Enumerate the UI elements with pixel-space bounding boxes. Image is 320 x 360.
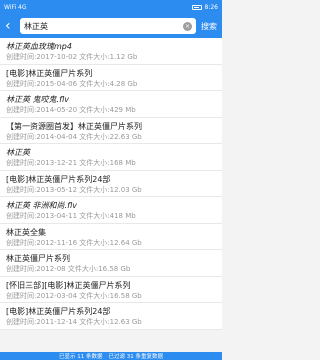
search-bar: ‹ × 搜索 [0,14,222,38]
battery-icon [191,4,202,10]
item-meta: 创建时间:2012-11-16 文件大小:12.64 Gb [6,238,142,247]
item-meta: 创建时间:2014-05-20 文件大小:429 Mb [6,106,136,114]
list-item[interactable]: 林正英 鬼咬鬼.flv 创建时间:2014-05-20 文件大小:429 Mb [0,91,222,118]
item-title: 林正英 非洲和尚.flv [6,201,77,210]
search-button[interactable]: 搜索 [201,21,217,32]
item-title: 【第一资源圈首发】林正英僵尸片系列 [6,121,142,131]
item-title: [电影]林正英僵尸片系列24部 [6,174,111,184]
network-status: WiFi 4G [4,3,27,11]
list-item[interactable]: 林正英 非洲和尚.flv 创建时间:2013-04-11 文件大小:418 Mb [0,197,222,224]
shown-count: 已显示 11 条数据 [59,354,103,360]
footer-status: 已显示 11 条数据 已过滤 31 条重复数据 [0,352,222,360]
list-item[interactable]: 林正英全集 创建时间:2012-11-16 文件大小:12.64 Gb [0,224,222,250]
item-title: 林正英全集 [6,227,46,237]
status-bar: WiFi 4G 8:26 [0,0,222,14]
item-meta: 创建时间:2012-03-04 文件大小:16.58 Gb [6,291,142,300]
list-item[interactable]: [怀旧三部][电影]林正英僵尸片系列 创建时间:2012-03-04 文件大小:1… [0,277,222,303]
item-meta: 创建时间:2011-12-14 文件大小:12.63 Gb [6,318,142,326]
search-box[interactable]: × [20,18,196,34]
item-meta: 创建时间:2017-10-02 文件大小:1.12 Gb [6,53,138,61]
item-title: 林正英僵尸片系列 [6,254,70,263]
item-title: [电影]林正英僵尸片系列24部 [6,307,111,316]
list-item[interactable]: 林正英创建时间:2013-12-21 文件大小:168 Mb [0,144,222,171]
item-meta: 创建时间:2013-12-21 文件大小:168 Mb [6,159,136,167]
list-item[interactable]: 林正英血玫瑰mp4 创建时间:2017-10-02 文件大小:1.12 Gb [0,38,222,65]
item-title: [怀旧三部][电影]林正英僵尸片系列 [6,280,131,290]
list-item[interactable]: [电影]林正英僵尸片系列24部 创建时间:2013-05-12 文件大小:12.0… [0,171,222,197]
item-title: [电影]林正英僵尸片系列 [6,68,93,78]
item-title: 林正英 [6,148,30,157]
item-meta: 创建时间:2013-05-12 文件大小:12.03 Gb [6,185,142,194]
search-input[interactable] [24,19,183,33]
list-item[interactable]: [电影]林正英僵尸片系列 创建时间:2015-04-06 文件大小:4.28 Gb [0,65,222,91]
back-icon[interactable]: ‹ [5,19,15,33]
item-title: 林正英血玫瑰mp4 [6,42,72,51]
result-list: 林正英血玫瑰mp4 创建时间:2017-10-02 文件大小:1.12 Gb [电影… [0,38,222,330]
item-meta: 创建时间:2014-04-04 文件大小:22.63 Gb [6,132,142,141]
clear-icon[interactable]: × [183,21,192,31]
item-meta: 创建时间:2012-08 文件大小:16.58 Gb [6,265,131,273]
status-right: 8:26 [191,3,218,11]
clock: 8:26 [204,3,218,11]
item-title: 林正英 鬼咬鬼.flv [6,95,69,104]
list-item[interactable]: 【第一资源圈首发】林正英僵尸片系列 创建时间:2014-04-04 文件大小:22… [0,118,222,144]
item-meta: 创建时间:2013-04-11 文件大小:418 Mb [6,212,136,220]
list-item[interactable]: 林正英僵尸片系列创建时间:2012-08 文件大小:16.58 Gb [0,250,222,277]
filtered-count: 已过滤 31 条重复数据 [108,354,164,360]
item-meta: 创建时间:2015-04-06 文件大小:4.28 Gb [6,79,138,88]
list-item[interactable]: [电影]林正英僵尸片系列24部创建时间:2011-12-14 文件大小:12.6… [0,303,222,330]
